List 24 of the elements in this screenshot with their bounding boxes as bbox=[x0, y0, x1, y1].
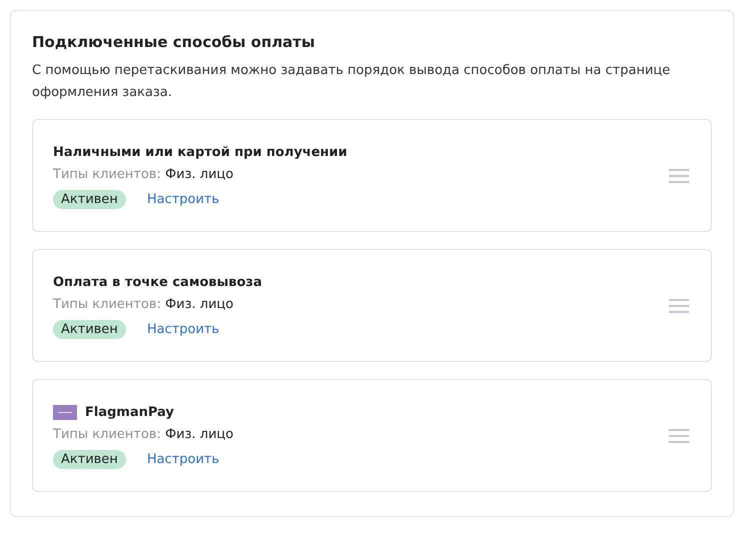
method-name: FlagmanPay bbox=[85, 404, 174, 420]
payment-method-card[interactable]: Оплата в точке самовывоза Типы клиентов: Физ. лицо Активен Настроить bbox=[32, 249, 712, 362]
payment-method-card[interactable]: Наличными или картой при получении Типы клиентов: Физ. лицо Активен Настроить bbox=[32, 119, 712, 232]
drag-handle-icon[interactable] bbox=[669, 298, 689, 314]
logo-icon bbox=[53, 404, 77, 420]
configure-link[interactable]: Настроить bbox=[146, 192, 220, 207]
drag-handle-icon[interactable] bbox=[669, 428, 689, 444]
clients-value: Физ. лицо bbox=[165, 167, 234, 182]
panel-description: С помощью перетаскивания можно задавать порядок вывода способов оплаты на странице оформления заказа. bbox=[32, 62, 672, 102]
status-badge: Активен bbox=[53, 320, 126, 339]
method-name: Наличными или картой при получении bbox=[53, 144, 348, 160]
configure-link[interactable]: Настроить bbox=[146, 452, 220, 467]
status-badge: Активен bbox=[53, 450, 126, 469]
clients-label: Типы клиентов: bbox=[53, 297, 161, 312]
drag-handle-icon[interactable] bbox=[669, 168, 689, 184]
configure-link[interactable]: Настроить bbox=[146, 322, 220, 337]
clients-label: Типы клиентов: bbox=[53, 427, 161, 442]
panel-title: Подключенные способы оплаты bbox=[32, 33, 316, 51]
clients-label: Типы клиентов: bbox=[53, 167, 161, 182]
clients-value: Физ. лицо bbox=[165, 427, 234, 442]
clients-value: Физ. лицо bbox=[165, 297, 234, 312]
payment-method-card[interactable]: FlagmanPay Типы клиентов: Физ. лицо Активен Настроить bbox=[32, 379, 712, 492]
method-name: Оплата в точке самовывоза bbox=[53, 274, 262, 290]
status-badge: Активен bbox=[53, 190, 126, 209]
